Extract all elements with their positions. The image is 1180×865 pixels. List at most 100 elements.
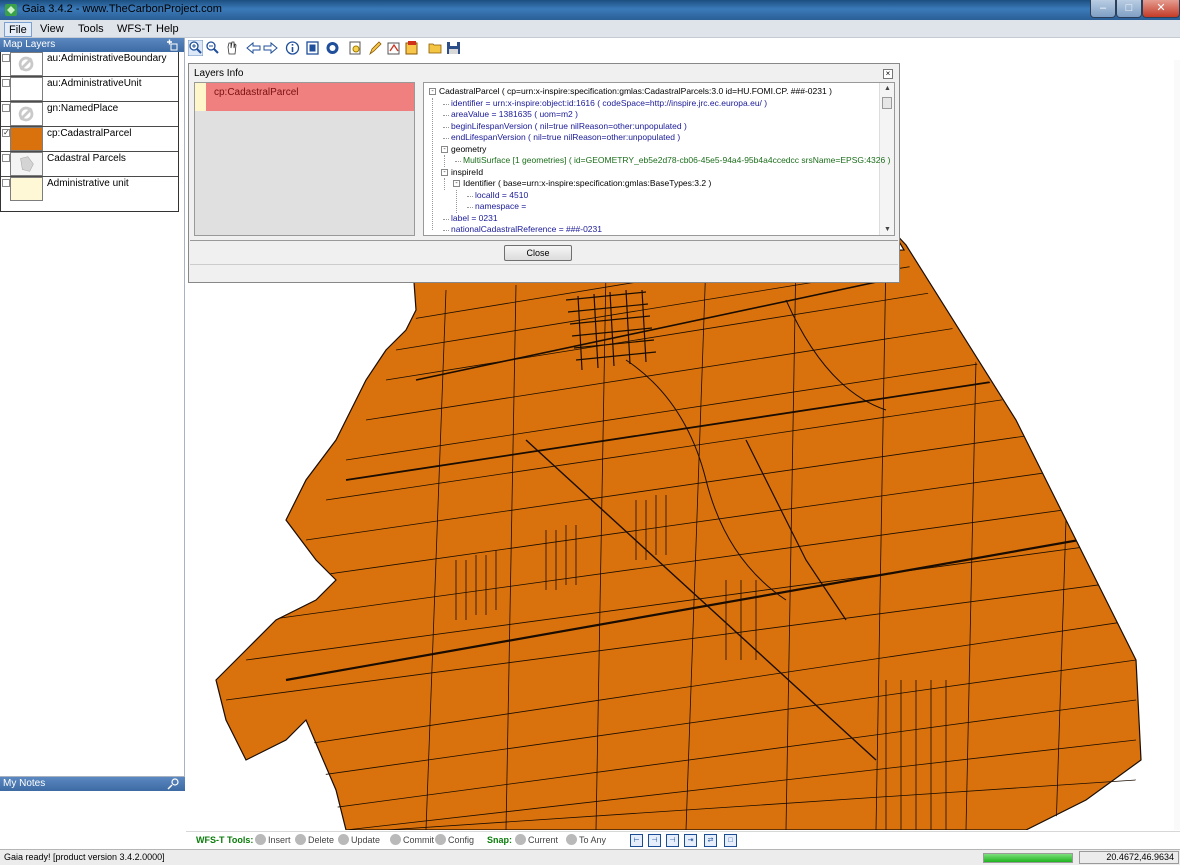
insert-icon <box>255 834 266 845</box>
menu-help[interactable]: Help <box>152 22 183 37</box>
pan-icon[interactable] <box>224 40 239 56</box>
scroll-up-icon[interactable]: ▲ <box>884 85 891 92</box>
snap-segment-icon[interactable]: ⊣ <box>648 834 661 847</box>
tree-node[interactable]: geometry <box>451 144 486 154</box>
tree-guide <box>467 195 473 197</box>
tree-node[interactable]: namespace = <box>475 201 526 211</box>
add-note-icon[interactable] <box>167 778 179 790</box>
tree-expander-icon[interactable]: - <box>453 180 460 187</box>
snap-current-button[interactable]: Current <box>528 835 558 845</box>
tree-guide <box>443 126 449 128</box>
minimize-button[interactable]: – <box>1090 0 1116 18</box>
delete-button[interactable]: Delete <box>308 835 334 845</box>
layer-row[interactable]: Administrative unit <box>1 177 178 202</box>
tree-guide <box>443 138 449 139</box>
maximize-icon: □ <box>1125 2 1133 14</box>
layer-checkbox[interactable] <box>2 179 10 187</box>
save-icon[interactable] <box>446 40 461 56</box>
config-icon <box>435 834 446 845</box>
layer-row[interactable]: Cadastral Parcels <box>1 152 178 177</box>
snap-start-icon[interactable]: ⊢ <box>630 834 643 847</box>
layer-checkbox[interactable] <box>2 54 10 62</box>
config-button[interactable]: Config <box>448 835 474 845</box>
insert-button[interactable]: Insert <box>268 835 291 845</box>
menu-tools[interactable]: Tools <box>74 22 108 37</box>
menu-bar: File View Tools WFS-T Help <box>0 20 1180 38</box>
layer-swatch <box>10 127 43 151</box>
info-icon[interactable] <box>285 40 300 56</box>
tree-node[interactable]: localId = 4510 <box>475 190 528 200</box>
tree-node[interactable]: areaValue = 1381635 ( uom=m2 ) <box>451 109 578 119</box>
update-icon <box>338 834 349 845</box>
dialog-close-icon[interactable]: × <box>883 69 893 79</box>
layer-checkbox[interactable] <box>2 79 10 87</box>
search-icon[interactable] <box>348 40 363 56</box>
coordinate-readout: 20.4672,46.9634 <box>1079 851 1179 864</box>
full-extent-icon[interactable] <box>305 40 320 56</box>
tree-expander-icon[interactable]: - <box>441 145 448 153</box>
close-dialog-button[interactable]: Close <box>504 245 572 261</box>
layer-swatch <box>10 177 43 201</box>
tree-guide <box>443 103 449 105</box>
wfs-label: WFS-T Tools: <box>196 835 254 845</box>
layer-row[interactable]: au:AdministrativeBoundary <box>1 52 178 77</box>
dialog-title: Layers Info <box>194 68 244 79</box>
open-folder-icon[interactable] <box>428 40 443 56</box>
bookmark-icon[interactable] <box>386 40 401 56</box>
add-layer-icon[interactable] <box>166 39 178 51</box>
progress-bar <box>983 853 1073 863</box>
tree-node[interactable]: Identifier ( base=urn:x-inspire:specific… <box>463 178 711 188</box>
layer-label: au:AdministrativeBoundary <box>47 53 167 64</box>
update-button[interactable]: Update <box>351 835 380 845</box>
edit-icon[interactable] <box>368 40 383 56</box>
menu-view[interactable]: View <box>36 22 68 37</box>
layer-row[interactable]: au:AdministrativeUnit <box>1 77 178 102</box>
zoom-in-icon[interactable] <box>188 40 203 56</box>
dialog-separator <box>190 240 898 241</box>
scroll-down-icon[interactable]: ▼ <box>884 226 891 233</box>
layer-row[interactable]: gn:NamedPlace <box>1 102 178 127</box>
tree-expander-icon[interactable]: - <box>429 88 436 95</box>
tree-node[interactable]: identifier = urn:x-inspire:object:id:161… <box>451 98 767 108</box>
layer-label: au:AdministrativeUnit <box>47 78 142 89</box>
progress-fill <box>984 854 1072 862</box>
zoom-out-icon[interactable] <box>205 40 220 56</box>
tree-expander-icon[interactable]: - <box>441 168 448 176</box>
snap-vertex-icon[interactable]: ⊣ <box>666 834 679 847</box>
snap-extent-icon[interactable]: □ <box>724 834 737 847</box>
layer-list-item[interactable]: cp:CadastralParcel <box>195 83 414 111</box>
snap-current-icon <box>515 834 526 845</box>
cadastral-parcel-area <box>215 229 1142 830</box>
forward-icon[interactable] <box>263 40 278 56</box>
menu-file[interactable]: File <box>4 22 32 37</box>
tree-node[interactable]: label = 0231 <box>451 213 498 223</box>
layer-checkbox[interactable] <box>2 104 10 112</box>
snap-end-icon[interactable]: ⇥ <box>684 834 697 847</box>
close-button[interactable]: ✕ <box>1142 0 1180 18</box>
menu-wfst[interactable]: WFS-T <box>113 22 156 37</box>
left-panel: Map Layers au:AdministrativeBoundary au:… <box>0 38 185 849</box>
commit-button[interactable]: Commit <box>403 835 434 845</box>
main-toolbar <box>188 40 488 58</box>
maximize-button[interactable]: □ <box>1116 0 1142 18</box>
tree-guide <box>444 178 445 190</box>
scroll-thumb[interactable] <box>882 97 892 109</box>
my-notes-header: My Notes <box>0 777 185 791</box>
layer-label: cp:CadastralParcel <box>47 128 132 139</box>
layer-checkbox[interactable] <box>2 154 10 162</box>
tree-node[interactable]: beginLifespanVersion ( nil=true nilReaso… <box>451 121 687 131</box>
snap-edge-icon[interactable]: ⇄ <box>704 834 717 847</box>
layer-row[interactable]: ✓ cp:CadastralParcel <box>1 127 178 152</box>
layer-checkbox[interactable]: ✓ <box>2 129 10 137</box>
tree-guide <box>444 155 445 167</box>
map-thumbnail-icon <box>10 152 43 176</box>
tree-node[interactable]: inspireId <box>451 167 483 177</box>
back-icon[interactable] <box>246 40 261 56</box>
refresh-icon[interactable] <box>325 40 340 56</box>
tree-node[interactable]: CadastralParcel ( cp=urn:x-inspire:speci… <box>439 86 832 96</box>
layers-icon[interactable] <box>404 40 419 56</box>
snap-to-any-button[interactable]: To Any <box>579 835 606 845</box>
tree-node[interactable]: MultiSurface [1 geometries] ( id=GEOMETR… <box>463 155 890 165</box>
tree-node[interactable]: endLifespanVersion ( nil=true nilReason=… <box>451 132 680 142</box>
tree-node[interactable]: nationalCadastralReference = ###-0231 <box>451 224 602 234</box>
